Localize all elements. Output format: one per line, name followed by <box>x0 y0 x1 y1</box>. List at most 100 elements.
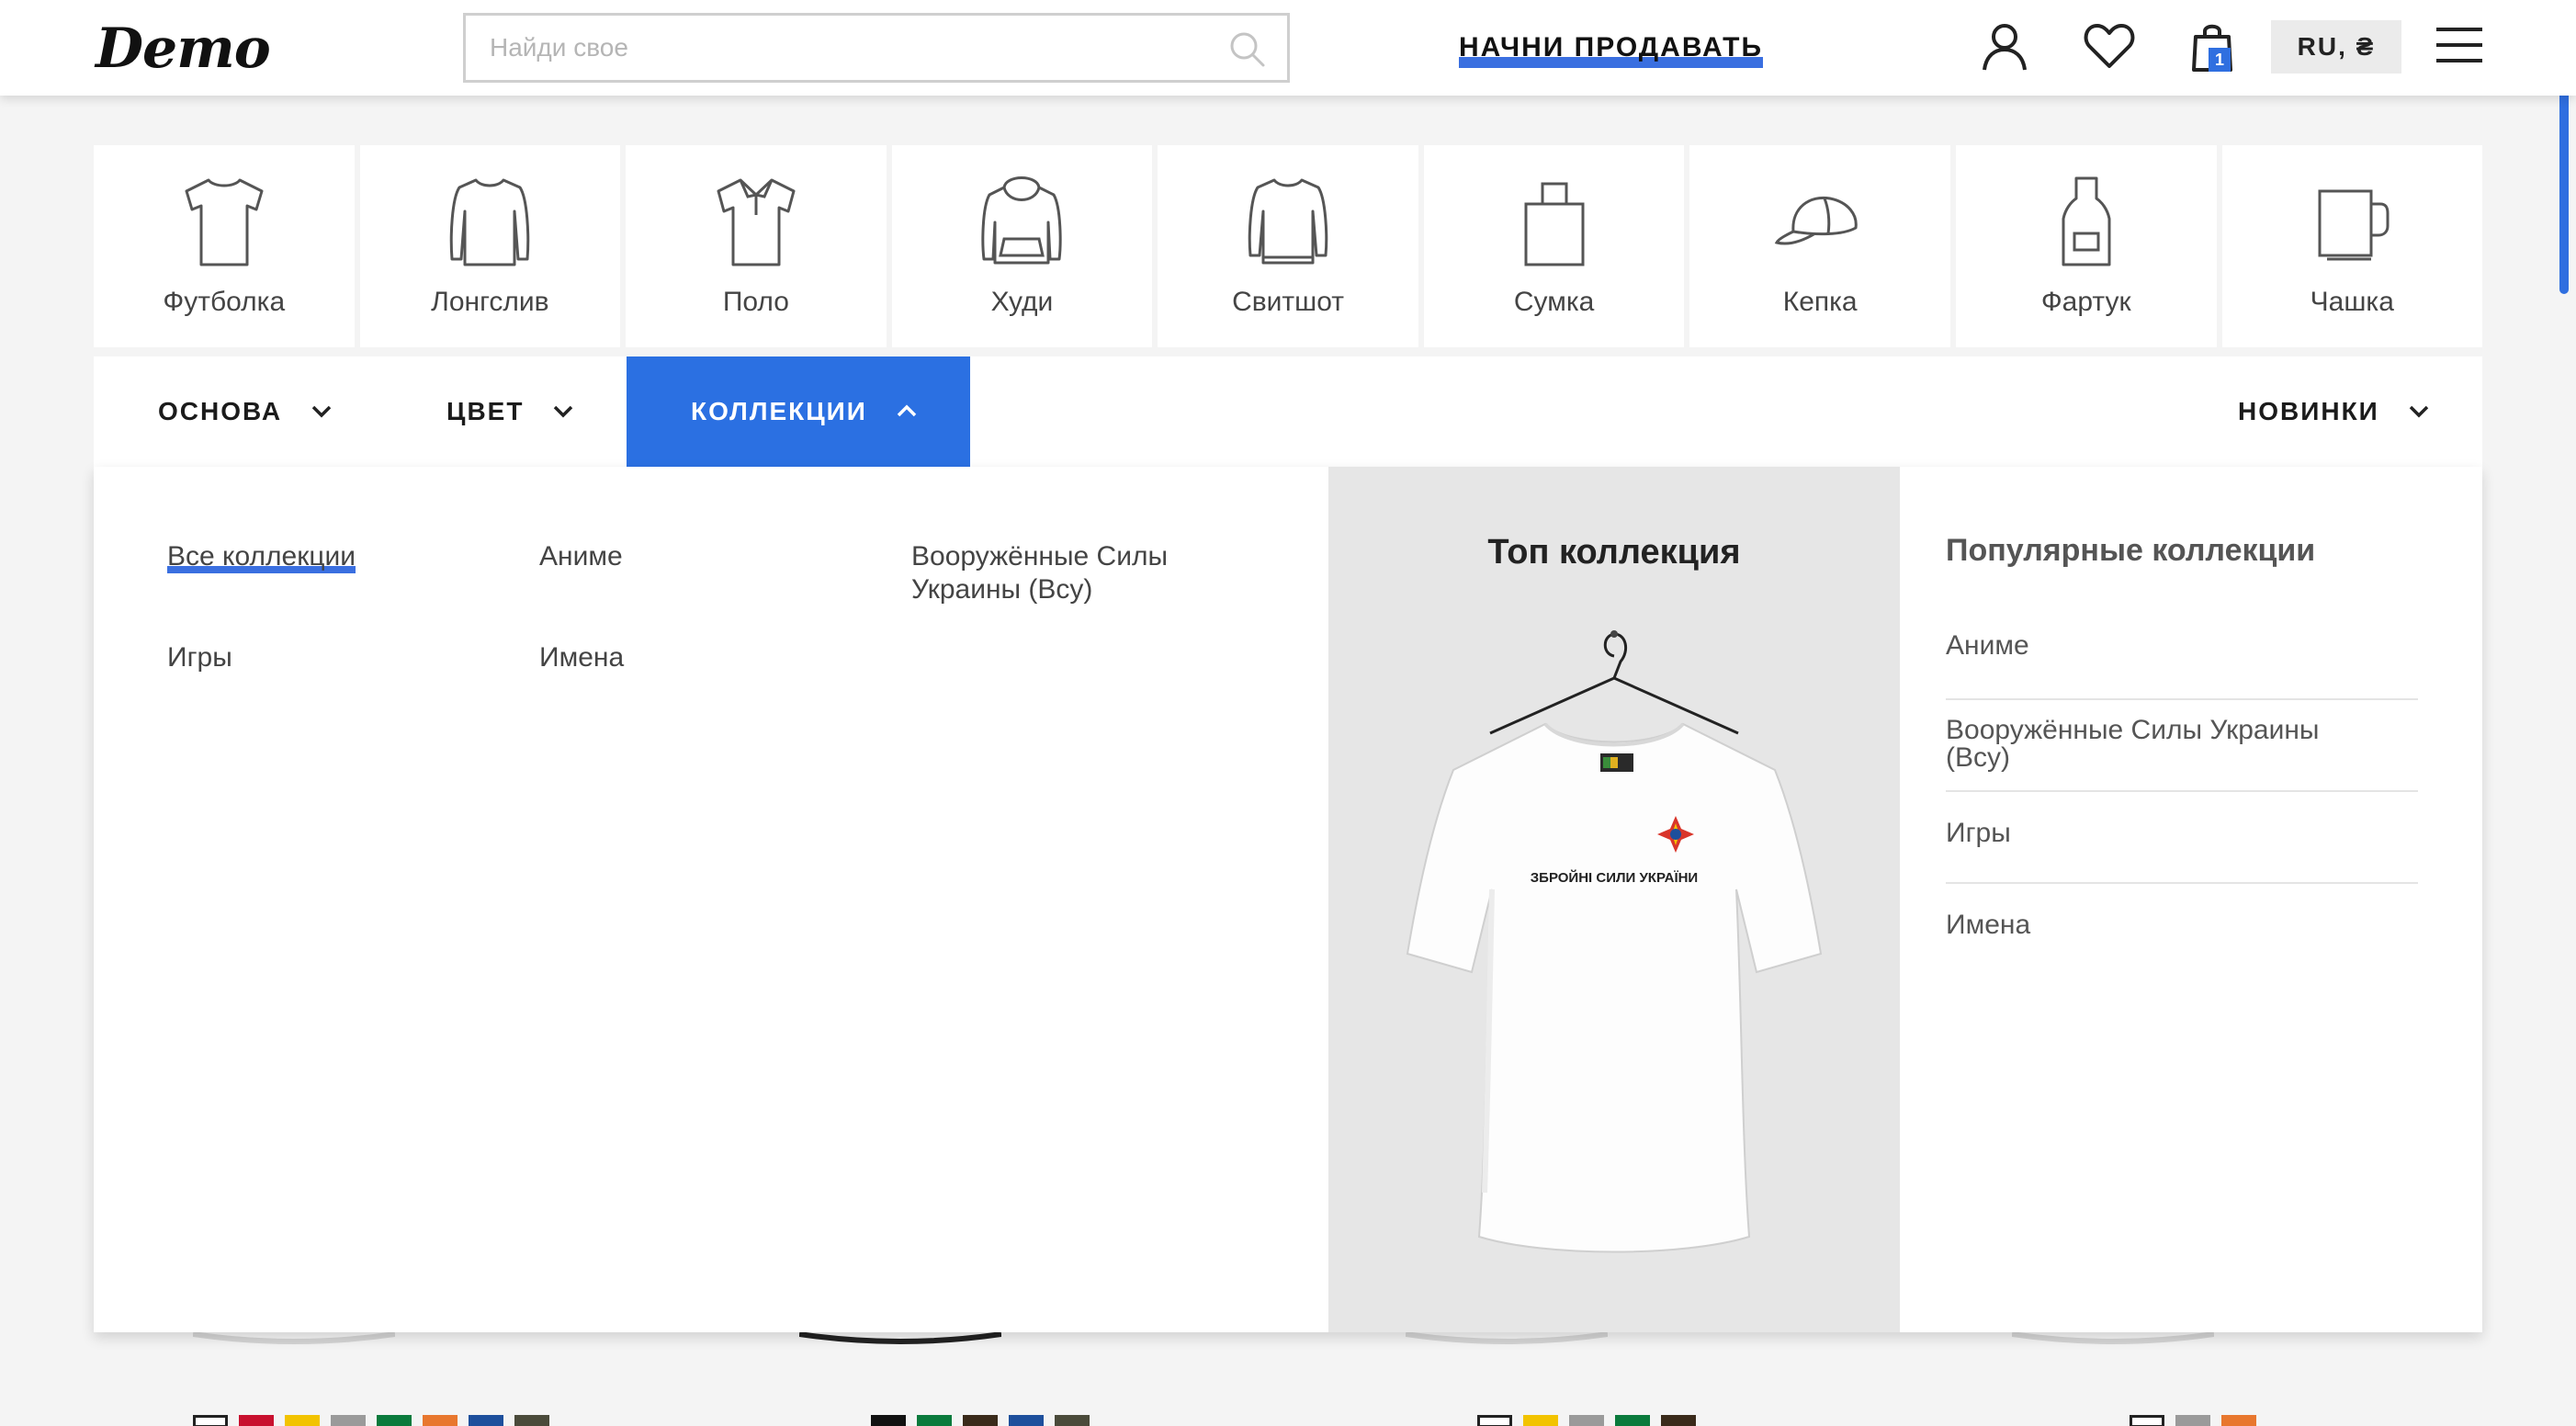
swatch-grey[interactable] <box>1569 1415 1604 1426</box>
filter-base[interactable]: ОСНОВА <box>158 356 333 467</box>
chevron-down-icon <box>2409 405 2428 418</box>
swatch-orange[interactable] <box>2221 1415 2256 1426</box>
collection-link-all[interactable]: Все коллекции <box>167 540 356 573</box>
swatch-grey[interactable] <box>2175 1415 2210 1426</box>
polo-icon <box>717 178 796 266</box>
swatch-green[interactable] <box>917 1415 952 1426</box>
apron-icon <box>2062 176 2111 266</box>
category-sweatshirt[interactable]: Свитшот <box>1158 145 1418 347</box>
collections-dropdown: Все коллекции Аниме Вооружённые Силы Укр… <box>94 467 2482 1332</box>
sort-newest[interactable]: НОВИНКИ <box>2238 356 2431 467</box>
swatch-khaki[interactable] <box>514 1415 549 1426</box>
product-image-edge <box>1406 1332 1608 1344</box>
category-mug[interactable]: Чашка <box>2221 145 2483 347</box>
category-label: Худи <box>990 287 1054 317</box>
site-header: Demo НАЧНИ ПРОДАВАТЬ 1 RU, ₴ <box>0 0 2576 96</box>
category-label: Поло <box>722 287 789 317</box>
product-image-edge <box>2012 1332 2214 1344</box>
tshirt-print-text: ЗБРОЙНІ СИЛИ УКРАЇНИ <box>1531 869 1698 886</box>
category-label: Лонгслив <box>431 287 549 317</box>
bag-icon <box>1524 182 1585 266</box>
top-collection-panel[interactable]: Топ коллекция ЗБРОЙНІ СИЛИ УКРАЇНИ <box>1328 467 1900 1332</box>
collection-link-anime[interactable]: Аниме <box>539 540 623 573</box>
product-image-edge <box>193 1332 395 1344</box>
collection-link-armed-forces[interactable]: Вооружённые Силы Украины (Всу) <box>911 540 1224 606</box>
filter-bar: ОСНОВА ЦВЕТ КОЛЛЕКЦИИ НОВИНКИ <box>94 356 2482 467</box>
cart-count-badge: 1 <box>2209 48 2231 72</box>
collection-link-names[interactable]: Имена <box>539 641 624 674</box>
category-label: Чашка <box>2310 287 2394 317</box>
swatch-white[interactable] <box>2130 1415 2164 1426</box>
divider <box>1946 790 2418 792</box>
category-label: Футболка <box>163 287 286 317</box>
swatch-grey[interactable] <box>331 1415 366 1426</box>
swatch-blue[interactable] <box>469 1415 503 1426</box>
hoodie-icon <box>981 176 1063 265</box>
category-hoodie[interactable]: Худи <box>891 145 1153 347</box>
chevron-down-icon <box>553 405 573 418</box>
category-label: Фартук <box>2040 287 2131 317</box>
start-selling-link[interactable]: НАЧНИ ПРОДАВАТЬ <box>1459 29 1764 68</box>
language-currency-selector[interactable]: RU, ₴ <box>2271 20 2401 74</box>
category-apron[interactable]: Фартук <box>1955 145 2217 347</box>
swatch-yellow[interactable] <box>1523 1415 1558 1426</box>
swatch-white[interactable] <box>193 1415 228 1426</box>
swatch-khaki[interactable] <box>1055 1415 1090 1426</box>
color-swatches <box>193 1415 549 1426</box>
filter-collections[interactable]: КОЛЛЕКЦИИ <box>627 356 970 467</box>
swatch-white[interactable] <box>1477 1415 1512 1426</box>
top-collection-tshirt-image[interactable]: ЗБРОЙНІ СИЛИ УКРАЇНИ <box>1389 623 1839 1266</box>
color-swatches <box>2130 1415 2256 1426</box>
cap-icon <box>1774 196 1858 245</box>
category-longsleeve[interactable]: Лонгслив <box>359 145 621 347</box>
popular-collection-anime[interactable]: Аниме <box>1946 632 2418 660</box>
swatch-green[interactable] <box>1615 1415 1650 1426</box>
category-tshirt[interactable]: Футболка <box>94 145 355 347</box>
filter-collections-label: КОЛЛЕКЦИИ <box>691 397 867 425</box>
mug-icon <box>2318 189 2390 261</box>
category-label: Свитшот <box>1232 287 1344 317</box>
category-label: Сумка <box>1513 287 1595 317</box>
menu-icon[interactable] <box>2435 20 2484 70</box>
popular-collection-armed-forces[interactable]: Вооружённые Силы Украины (Всу) <box>1946 717 2378 772</box>
category-cap[interactable]: Кепка <box>1689 145 1950 347</box>
top-collection-title: Топ коллекция <box>1487 533 1741 572</box>
popular-collection-games[interactable]: Игры <box>1946 820 2418 847</box>
filter-color[interactable]: ЦВЕТ <box>446 356 575 467</box>
filter-color-label: ЦВЕТ <box>446 397 525 425</box>
heart-icon[interactable] <box>2082 18 2137 74</box>
popular-collections-title: Популярные коллекции <box>1946 533 2316 568</box>
search-input[interactable] <box>466 16 1287 80</box>
swatch-orange[interactable] <box>423 1415 458 1426</box>
product-categories: Футболка Лонгслив Поло Худи Свитшот Сумк… <box>94 145 2483 347</box>
swatch-blue[interactable] <box>1009 1415 1044 1426</box>
divider <box>1946 698 2418 700</box>
divider <box>1946 882 2418 884</box>
category-polo[interactable]: Поло <box>626 145 887 347</box>
collection-link-games[interactable]: Игры <box>167 641 232 674</box>
swatch-black[interactable] <box>871 1415 906 1426</box>
color-swatches <box>1477 1415 1696 1426</box>
popular-collection-names[interactable]: Имена <box>1946 911 2418 939</box>
site-logo[interactable]: Demo <box>96 17 271 81</box>
color-swatches <box>871 1415 1090 1426</box>
filter-base-label: ОСНОВА <box>158 397 283 425</box>
user-icon[interactable] <box>1977 18 2032 74</box>
chevron-up-icon <box>897 404 916 416</box>
swatch-brown[interactable] <box>963 1415 998 1426</box>
swatch-yellow[interactable] <box>285 1415 320 1426</box>
page-scrollbar[interactable] <box>2559 64 2569 294</box>
swatch-green[interactable] <box>377 1415 412 1426</box>
swatch-red[interactable] <box>239 1415 274 1426</box>
tshirt-icon <box>185 178 264 266</box>
search-box[interactable] <box>463 13 1290 83</box>
longsleeve-icon <box>450 178 530 266</box>
swatch-brown[interactable] <box>1661 1415 1696 1426</box>
product-image-edge <box>799 1332 1001 1344</box>
category-bag[interactable]: Сумка <box>1423 145 1685 347</box>
sort-label: НОВИНКИ <box>2238 397 2379 425</box>
category-label: Кепка <box>1782 287 1858 317</box>
search-icon[interactable] <box>1226 28 1267 69</box>
chevron-down-icon <box>311 405 332 418</box>
sweatshirt-icon <box>1248 178 1328 265</box>
